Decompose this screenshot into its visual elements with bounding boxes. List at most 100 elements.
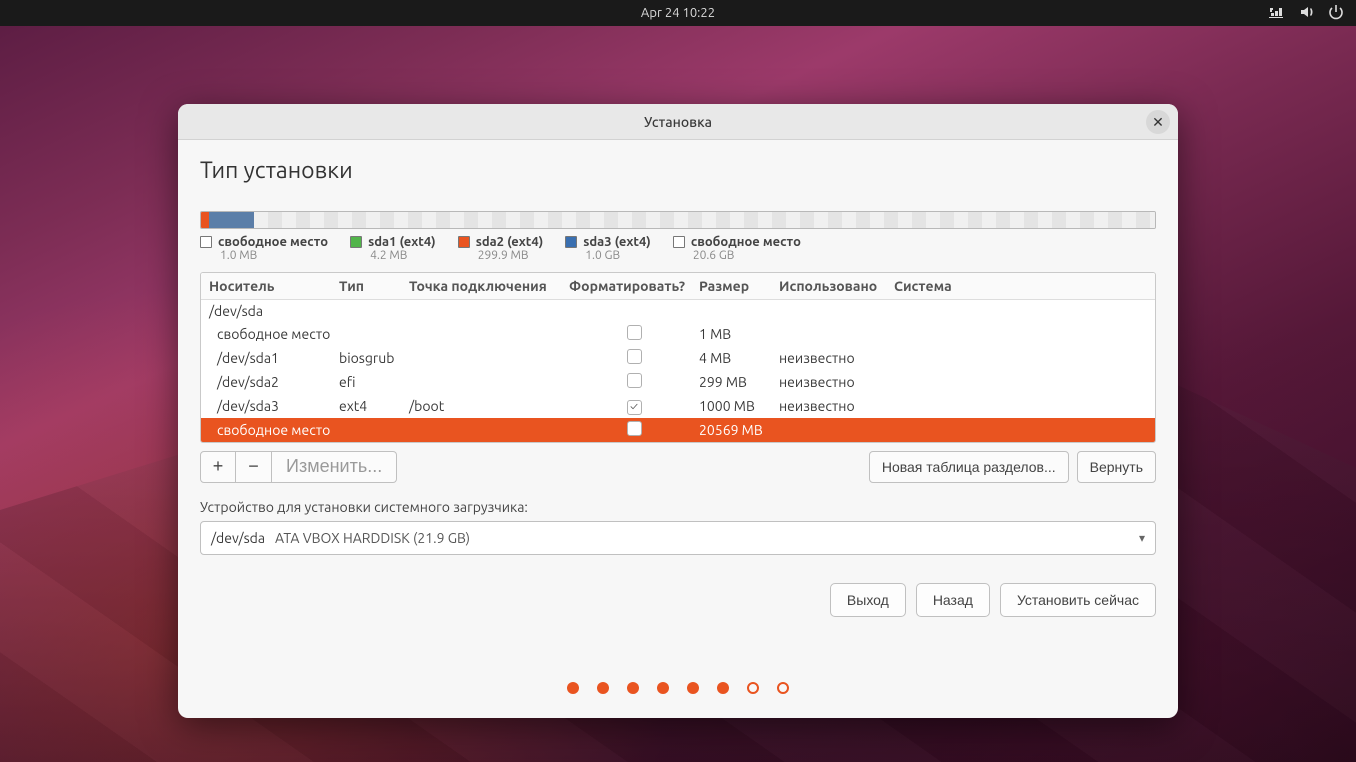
cell-device: /dev/sda2 [209,374,339,390]
cell-size: 20569 MB [699,422,779,438]
table-row[interactable]: свободное место 20569 MB [201,418,1155,442]
cell-type: biosgrub [339,350,409,366]
window-title: Установка [644,114,712,130]
table-row[interactable]: /dev/sda1biosgrub 4 MBнеизвестно [201,346,1155,370]
legend-swatch [673,236,685,248]
top-bar: Apr 24 10:22 [0,0,1356,26]
col-device: Носитель [209,278,339,294]
cell-format [627,325,642,343]
legend-size: 4.2 MB [370,249,436,262]
table-row[interactable]: свободное место 1 MB [201,322,1155,346]
disk-row[interactable]: /dev/sda [201,300,1155,322]
add-partition-button[interactable]: + [200,451,236,483]
partition-usage-bar [200,211,1156,229]
legend-item: sda1 (ext4)4.2 MB [350,235,436,262]
format-checkbox[interactable] [627,373,642,388]
progress-dot [717,682,729,694]
partition-rows: свободное место 1 MB/dev/sda1biosgrub 4 MB… [201,322,1155,442]
volume-icon[interactable] [1298,4,1314,23]
legend-size: 1.0 MB [220,249,328,262]
installer-window: Установка ✕ Тип установки свободное мест… [178,104,1178,718]
bootloader-device: /dev/sda [211,530,265,546]
format-checkbox[interactable] [627,349,642,364]
bootloader-device-desc: ATA VBOX HARDDISK (21.9 GB) [275,530,470,546]
remove-partition-button[interactable]: − [236,451,272,483]
progress-dot [777,682,789,694]
close-button[interactable]: ✕ [1146,110,1170,134]
cell-format: ✓ [627,397,642,415]
window-titlebar: Установка ✕ [178,104,1178,140]
legend-label: sda2 (ext4) [476,235,544,249]
cell-format [627,349,642,367]
table-row[interactable]: /dev/sda3ext4/boot✓1000 MBнеизвестно [201,394,1155,418]
system-tray [1268,0,1344,26]
cell-used: неизвестно [779,374,894,390]
page-title: Тип установки [200,158,1156,183]
cell-device: свободное место [209,422,339,438]
progress-dots [200,664,1156,704]
partition-bar-segment [254,212,1155,228]
cell-used: неизвестно [779,398,894,414]
progress-dot [657,682,669,694]
cell-format [627,373,642,391]
progress-dot [567,682,579,694]
legend-item: sda3 (ext4)1.0 GB [565,235,651,262]
col-type: Тип [339,278,409,294]
install-now-button[interactable]: Установить сейчас [1000,583,1156,617]
back-button[interactable]: Назад [916,583,990,617]
col-size: Размер [699,278,779,294]
legend-label: sda3 (ext4) [583,235,651,249]
partition-bar-segment [209,212,255,228]
installer-content: Тип установки свободное место1.0 MBsda1 … [178,140,1178,718]
legend-swatch [458,236,470,248]
legend-item: sda2 (ext4)299.9 MB [458,235,544,262]
format-checkbox[interactable] [627,421,642,436]
cell-type: efi [339,374,409,390]
format-checkbox[interactable] [627,325,642,340]
power-icon[interactable] [1328,4,1344,23]
legend-label: sda1 (ext4) [368,235,436,249]
legend-label: свободное место [218,235,328,249]
change-partition-button[interactable]: Изменить... [272,451,397,483]
col-format: Форматировать? [569,278,699,294]
legend-size: 299.9 MB [478,249,544,262]
close-icon: ✕ [1152,115,1164,129]
clock: Apr 24 10:22 [641,6,715,20]
cell-type: ext4 [339,398,409,414]
col-mount: Точка подключения [409,278,569,294]
network-icon[interactable] [1268,4,1284,23]
table-header: Носитель Тип Точка подключения Форматиро… [201,273,1155,300]
chevron-down-icon: ▾ [1139,531,1145,545]
legend-swatch [350,236,362,248]
progress-dot [627,682,639,694]
legend-size: 20.6 GB [693,249,801,262]
cell-size: 1 MB [699,326,779,342]
bootloader-device-select[interactable]: /dev/sda ATA VBOX HARDDISK (21.9 GB) ▾ [200,521,1156,555]
legend-swatch [200,236,212,248]
progress-dot [597,682,609,694]
cell-used: неизвестно [779,350,894,366]
legend-size: 1.0 GB [585,249,651,262]
legend-item: свободное место1.0 MB [200,235,328,262]
wizard-actions: Выход Назад Установить сейчас [200,583,1156,617]
partition-table: Носитель Тип Точка подключения Форматиро… [200,272,1156,443]
col-system: Система [894,278,1147,294]
new-partition-table-button[interactable]: Новая таблица разделов... [869,451,1069,483]
cell-device: /dev/sda3 [209,398,339,414]
cell-device: /dev/sda1 [209,350,339,366]
revert-button[interactable]: Вернуть [1077,451,1156,483]
partition-legend: свободное место1.0 MBsda1 (ext4)4.2 MBsd… [200,235,1156,262]
quit-button[interactable]: Выход [830,583,906,617]
bootloader-label: Устройство для установки системного загр… [200,499,1156,515]
cell-format [627,421,642,439]
table-row[interactable]: /dev/sda2efi299 MBнеизвестно [201,370,1155,394]
legend-label: свободное место [691,235,801,249]
cell-device: свободное место [209,326,339,342]
legend-item: свободное место20.6 GB [673,235,801,262]
legend-swatch [565,236,577,248]
partition-bar-segment [201,212,209,228]
toolbar-spacer [397,451,869,483]
cell-size: 4 MB [699,350,779,366]
partition-toolbar: + − Изменить... Новая таблица разделов..… [200,451,1156,483]
format-checkbox[interactable]: ✓ [627,400,642,415]
